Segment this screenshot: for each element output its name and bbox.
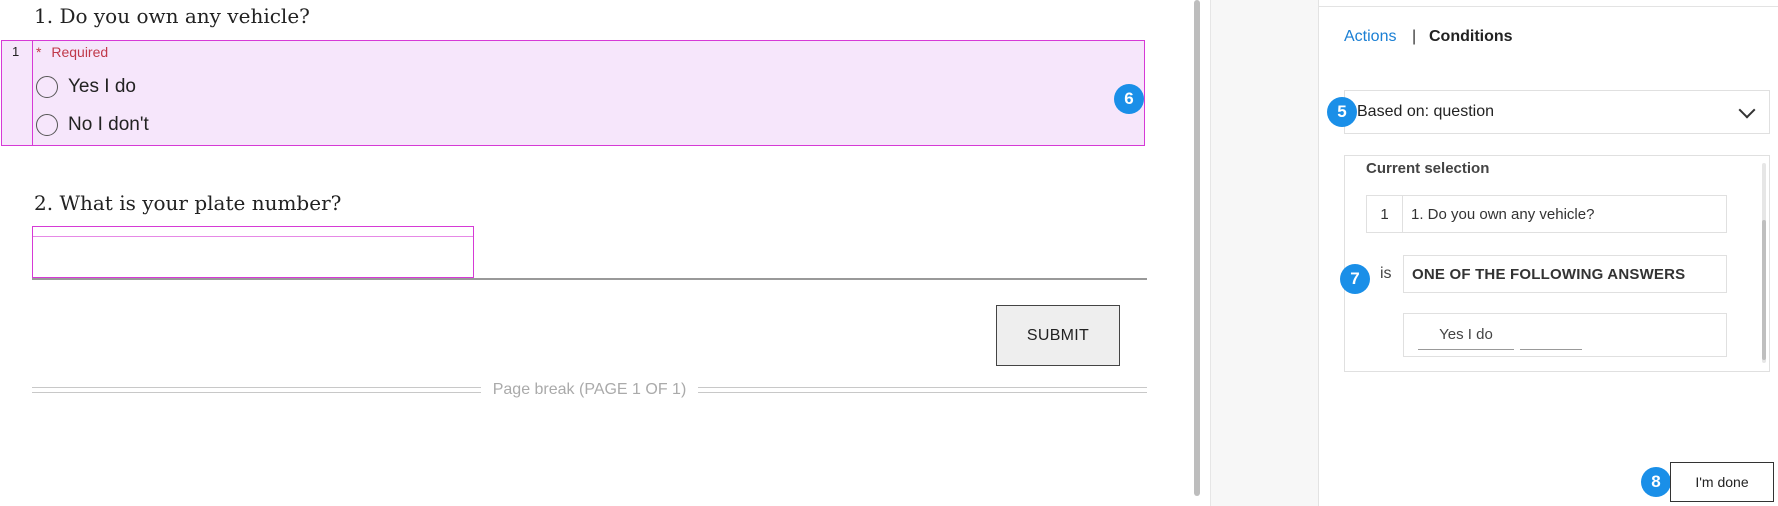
option-no[interactable]: No I don't xyxy=(36,114,149,136)
based-on-select[interactable]: Based on: question xyxy=(1344,90,1770,134)
chevron-down-icon xyxy=(1738,101,1756,119)
step-badge-6: 6 xyxy=(1114,84,1144,114)
required-text: Required xyxy=(51,44,109,60)
option-label: Yes I do xyxy=(68,76,136,97)
submit-button[interactable]: SUBMIT xyxy=(996,305,1120,366)
question-1-title: 1. Do you own any vehicle? xyxy=(34,4,310,28)
question-1-block[interactable] xyxy=(1,40,1145,146)
tab-separator: | xyxy=(1412,28,1417,45)
selected-question[interactable]: 1. Do you own any vehicle? xyxy=(1403,195,1727,233)
tab-conditions[interactable]: Conditions xyxy=(1429,28,1513,46)
tab-actions[interactable]: Actions xyxy=(1344,28,1396,46)
page-break-label: Page break (PAGE 1 OF 1) xyxy=(492,381,687,398)
canvas-scrollbar[interactable] xyxy=(1194,0,1200,496)
asterisk-icon: * xyxy=(36,44,42,60)
question-2-title: 2. What is your plate number? xyxy=(34,191,342,215)
done-button[interactable]: I'm done xyxy=(1670,462,1774,502)
radio-button[interactable] xyxy=(36,114,58,136)
option-yes[interactable]: Yes I do xyxy=(36,76,136,98)
based-on-value: Based on: question xyxy=(1357,103,1494,120)
answer-empty-slot[interactable] xyxy=(1520,349,1582,350)
page-divider xyxy=(32,278,1147,280)
answer-chip[interactable]: Yes I do xyxy=(1418,326,1514,350)
question-1-divider xyxy=(32,40,33,146)
page-break-line xyxy=(698,387,1147,393)
input-inner-line xyxy=(33,236,473,237)
page-break: Page break (PAGE 1 OF 1) xyxy=(32,380,1147,400)
required-label: * Required xyxy=(36,44,108,60)
question-1-number: 1 xyxy=(12,44,20,59)
option-label: No I don't xyxy=(68,114,149,135)
panel-top-divider xyxy=(1318,6,1778,7)
step-badge-7: 7 xyxy=(1340,264,1370,294)
step-badge-5: 5 xyxy=(1327,97,1357,127)
operator-select[interactable]: ONE OF THE FOLLOWING ANSWERS xyxy=(1403,255,1727,293)
current-selection-label: Current selection xyxy=(1366,160,1490,177)
gutter xyxy=(1210,0,1319,506)
is-label: is xyxy=(1380,265,1392,282)
panel-scrollbar[interactable] xyxy=(1762,220,1766,360)
step-badge-8: 8 xyxy=(1641,467,1671,497)
radio-button[interactable] xyxy=(36,76,58,98)
page-break-line xyxy=(32,387,481,393)
plate-number-input[interactable] xyxy=(32,226,474,278)
selected-question-number: 1 xyxy=(1366,195,1403,233)
